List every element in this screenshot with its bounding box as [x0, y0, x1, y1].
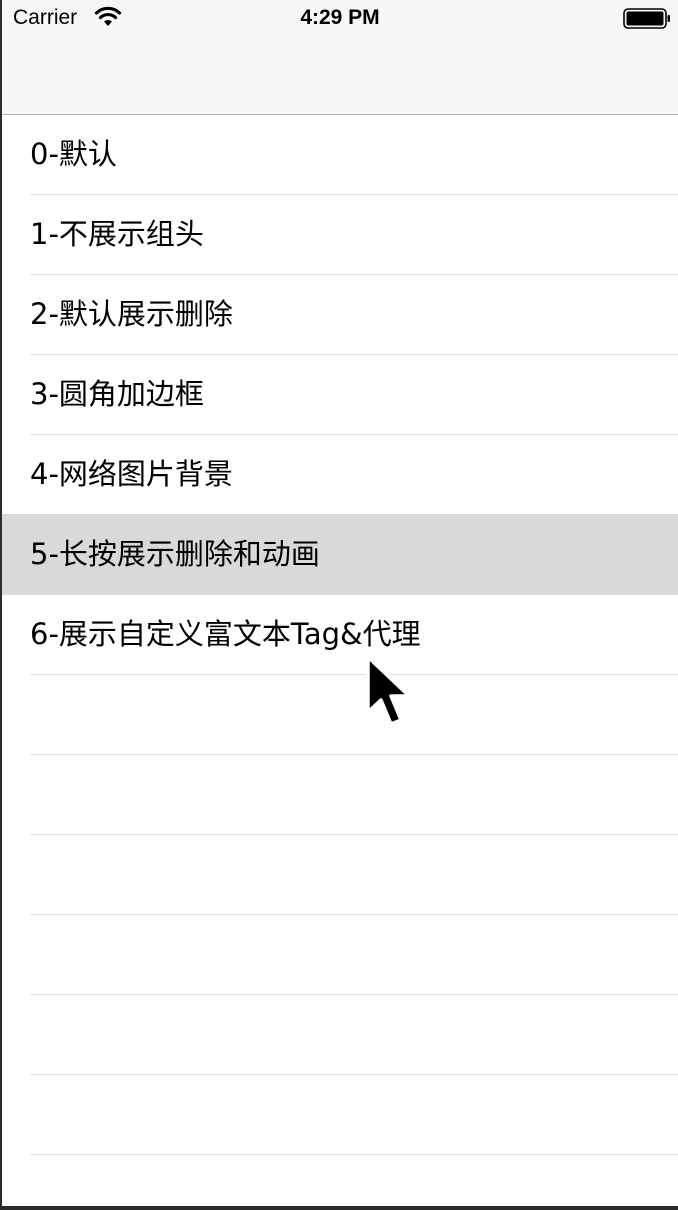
list-item-label: 4-网络图片背景 — [30, 457, 233, 491]
empty-row — [30, 675, 678, 755]
empty-row — [30, 755, 678, 835]
list-item[interactable]: 1-不展示组头 — [30, 195, 678, 275]
table-view[interactable]: 0-默认 1-不展示组头 2-默认展示删除 3-圆角加边框 4-网络图片背景 5… — [2, 115, 678, 1206]
navigation-bar: Carrier 4:29 PM — [2, 0, 678, 115]
empty-row — [30, 995, 678, 1075]
list-item-label: 3-圆角加边框 — [30, 377, 204, 411]
mouse-pointer-icon — [364, 654, 416, 734]
list-item[interactable]: 0-默认 — [30, 115, 678, 195]
list-item-label: 0-默认 — [30, 137, 117, 171]
list-item-selected[interactable]: 5-长按展示删除和动画 — [2, 514, 678, 595]
list-item[interactable]: 2-默认展示删除 — [30, 275, 678, 355]
status-bar: Carrier 4:29 PM — [2, 0, 678, 38]
list-item-label: 1-不展示组头 — [30, 217, 204, 251]
list-item[interactable]: 4-网络图片背景 — [30, 435, 678, 515]
list-item-label: 5-长按展示删除和动画 — [2, 514, 678, 595]
empty-row — [30, 835, 678, 915]
empty-row — [30, 1075, 678, 1155]
app-screen: Carrier 4:29 PM 0-默认 1-不展示组头 2-默认展示删除 3-… — [2, 0, 678, 1206]
battery-icon — [623, 8, 671, 34]
empty-row — [30, 1155, 678, 1206]
empty-row — [30, 915, 678, 995]
list-item[interactable]: 6-展示自定义富文本Tag&代理 — [30, 595, 678, 675]
list-item-label: 2-默认展示删除 — [30, 297, 233, 331]
list-item[interactable]: 3-圆角加边框 — [30, 355, 678, 435]
clock-time: 4:29 PM — [300, 6, 380, 29]
list-item-label: 6-展示自定义富文本Tag&代理 — [30, 617, 421, 651]
